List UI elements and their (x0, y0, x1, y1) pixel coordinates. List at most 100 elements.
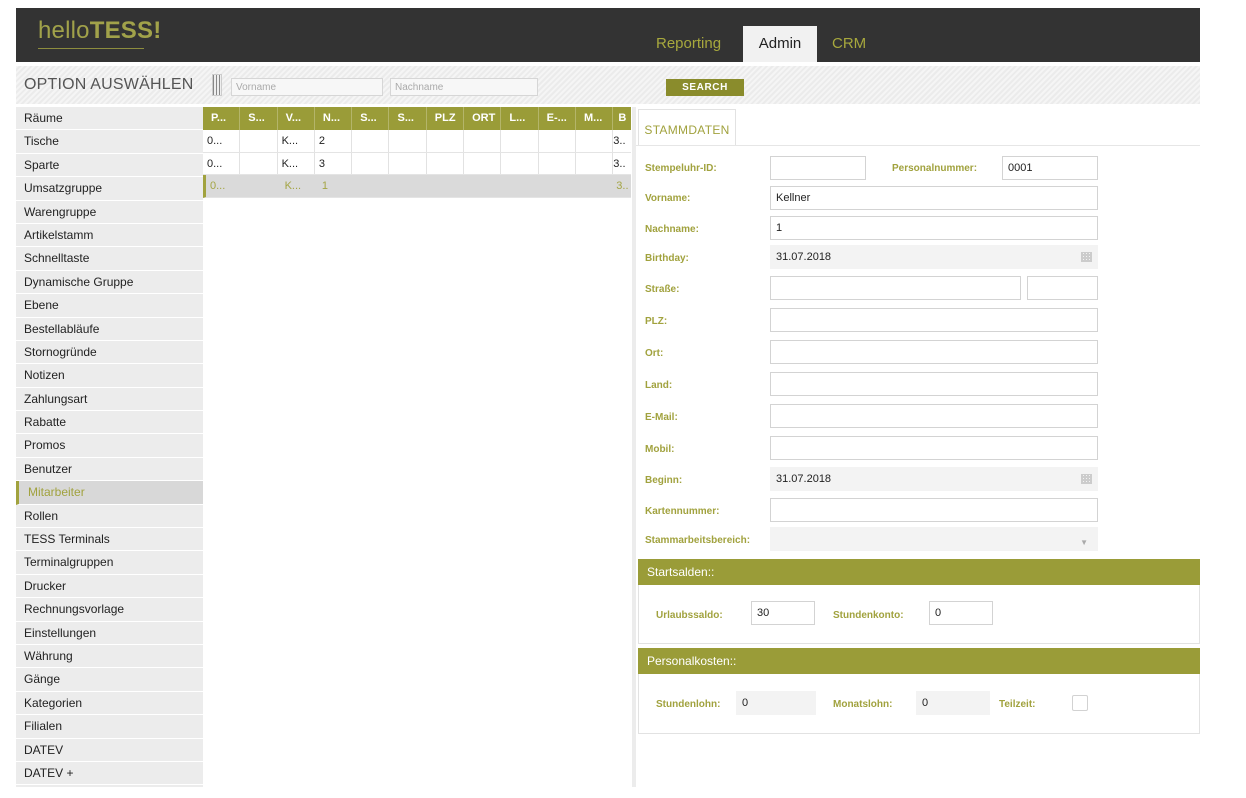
table-cell (392, 175, 430, 197)
chevron-down-icon: ▼ (1080, 538, 1088, 547)
table-row[interactable]: 0... K... 1 3.. (203, 175, 631, 198)
column-header[interactable]: M... (576, 107, 614, 130)
last-name-search-input[interactable] (390, 78, 538, 96)
table-row[interactable]: 0... K... 3 3.. (203, 152, 631, 175)
sidebar-item-ebene[interactable]: Ebene (16, 294, 203, 318)
sidebar-item-umsatzgruppe[interactable]: Umsatzgruppe (16, 177, 203, 201)
startsalden-section: Urlaubssaldo: 30 Stundenkonto: 0 (638, 585, 1200, 644)
table-cell (542, 175, 579, 197)
sidebar-item-datev[interactable]: DATEV (16, 738, 203, 762)
sidebar-item-drucker[interactable]: Drucker (16, 574, 203, 599)
sidebar-item-tess-terminals[interactable]: TESS Terminals (16, 528, 203, 552)
column-header[interactable]: L... (501, 107, 539, 130)
sidebar-item-bestellabläufe[interactable]: Bestellabläufe (16, 317, 203, 341)
birthday-label: Birthday: (645, 253, 689, 264)
column-header[interactable]: S... (240, 107, 278, 130)
stundenlohn-field[interactable]: 0 (736, 691, 816, 715)
column-header[interactable]: ORT (464, 107, 502, 130)
table-cell (501, 152, 539, 174)
sidebar-item-promos[interactable]: Promos (16, 434, 203, 458)
sidebar-item-rechnungsvorlage[interactable]: Rechnungsvorlage (16, 598, 203, 622)
sidebar-item-filialen[interactable]: Filialen (16, 715, 203, 739)
calendar-icon[interactable] (1081, 474, 1092, 484)
sidebar-item-währung[interactable]: Währung (16, 644, 203, 669)
table-cell (355, 175, 393, 197)
tab-reporting[interactable]: Reporting (642, 26, 735, 62)
column-header[interactable]: N... (315, 107, 353, 130)
column-toggle-grip-icon[interactable] (212, 74, 222, 96)
calendar-icon[interactable] (1081, 252, 1092, 262)
stempeluhr-id-field[interactable] (770, 156, 866, 180)
sidebar-item-sparte[interactable]: Sparte (16, 153, 203, 178)
table-cell (467, 175, 505, 197)
table-cell: K... (278, 130, 315, 152)
column-header[interactable]: S... (389, 107, 427, 130)
sidebar-item-notizen[interactable]: Notizen (16, 364, 203, 388)
stammarbeitsbereich-select[interactable]: ▼ (770, 527, 1098, 551)
column-header[interactable]: V... (278, 107, 315, 130)
sidebar-item-zahlungsart[interactable]: Zahlungsart (16, 387, 203, 412)
table-cell: 0... (206, 175, 244, 197)
column-header[interactable]: S... (352, 107, 390, 130)
land-field[interactable] (770, 372, 1098, 396)
sidebar-menu: Räume Tische Sparte Umsatzgruppe Warengruppe… (16, 107, 203, 787)
teilzeit-checkbox[interactable] (1072, 695, 1088, 711)
stundenkonto-field[interactable]: 0 (929, 601, 993, 625)
sidebar-item-dynamische-gruppe[interactable]: Dynamische Gruppe (16, 270, 203, 295)
sidebar-item-einstellungen[interactable]: Einstellungen (16, 621, 203, 645)
column-header[interactable]: P... (203, 107, 241, 130)
sidebar-item-artikelstamm[interactable]: Artikelstamm (16, 223, 203, 248)
sidebar-item-warengruppe[interactable]: Warengruppe (16, 200, 203, 224)
monatslohn-label: Monatslohn: (833, 699, 893, 710)
stempeluhr-id-label: Stempeluhr-ID: (645, 163, 717, 174)
sidebar-item-mitarbeiter[interactable]: Mitarbeiter (16, 481, 203, 505)
beginn-date-field[interactable]: 31.07.2018 (770, 467, 1098, 491)
column-header[interactable]: E-... (539, 107, 576, 130)
hellotess-logo[interactable]: helloTESS! (38, 17, 161, 45)
vorname-field[interactable]: Kellner (770, 186, 1098, 210)
table-row[interactable]: 0... K... 2 3.. (203, 130, 631, 153)
table-cell (352, 152, 390, 174)
plz-field[interactable] (770, 308, 1098, 332)
sidebar-item-benutzer[interactable]: Benutzer (16, 457, 203, 482)
table-cell: 3.. (613, 157, 626, 170)
tab-stammdaten[interactable]: STAMMDATEN (638, 109, 736, 145)
sidebar-item-räume[interactable]: Räume (16, 107, 203, 131)
sidebar-item-terminalgruppen[interactable]: Terminalgruppen (16, 551, 203, 575)
email-field[interactable] (770, 404, 1098, 428)
sidebar-item-datev[interactable]: DATEV + (16, 761, 203, 786)
birthday-date-field[interactable]: 31.07.2018 (770, 245, 1098, 269)
house-number-field[interactable] (1027, 276, 1098, 300)
strasse-field[interactable] (770, 276, 1021, 300)
search-button[interactable]: SEARCH (666, 79, 744, 96)
table-header-row: P... S... V... N... S... S... PLZ ORT L... E-... M… (203, 107, 631, 130)
sidebar-item-kategorien[interactable]: Kategorien (16, 691, 203, 716)
column-header[interactable]: PLZ (427, 107, 465, 130)
tab-admin[interactable]: Admin (743, 26, 817, 62)
logo-underline (38, 48, 144, 49)
sidebar-item-rollen[interactable]: Rollen (16, 504, 203, 529)
employee-detail-panel: STAMMDATEN Stempeluhr-ID: Personalnummer… (636, 107, 1200, 787)
table-cell (389, 152, 427, 174)
mobil-label: Mobil: (645, 444, 675, 455)
urlaubssaldo-field[interactable]: 30 (751, 601, 815, 625)
beginn-value: 31.07.2018 (776, 473, 832, 485)
logo-text-bold: TESS! (89, 17, 162, 44)
sidebar-item-schnelltaste[interactable]: Schnelltaste (16, 247, 203, 271)
personalnummer-field[interactable]: 0001 (1002, 156, 1098, 180)
nachname-field[interactable]: 1 (770, 216, 1098, 240)
first-name-search-input[interactable] (231, 78, 383, 96)
monatslohn-field[interactable]: 0 (916, 691, 990, 715)
tab-crm[interactable]: CRM (818, 26, 880, 62)
sidebar-item-rabatte[interactable]: Rabatte (16, 411, 203, 435)
logo-text-light: hello (38, 17, 90, 44)
ort-field[interactable] (770, 340, 1098, 364)
sidebar-item-gänge[interactable]: Gänge (16, 668, 203, 692)
column-header[interactable]: B (613, 107, 626, 130)
kartennummer-field[interactable] (770, 498, 1098, 522)
stundenlohn-label: Stundenlohn: (656, 699, 721, 710)
mobil-field[interactable] (770, 436, 1098, 460)
sidebar-item-stornogründe[interactable]: Stornogründe (16, 340, 203, 365)
vorname-label: Vorname: (645, 193, 691, 204)
sidebar-item-tische[interactable]: Tische (16, 130, 203, 154)
